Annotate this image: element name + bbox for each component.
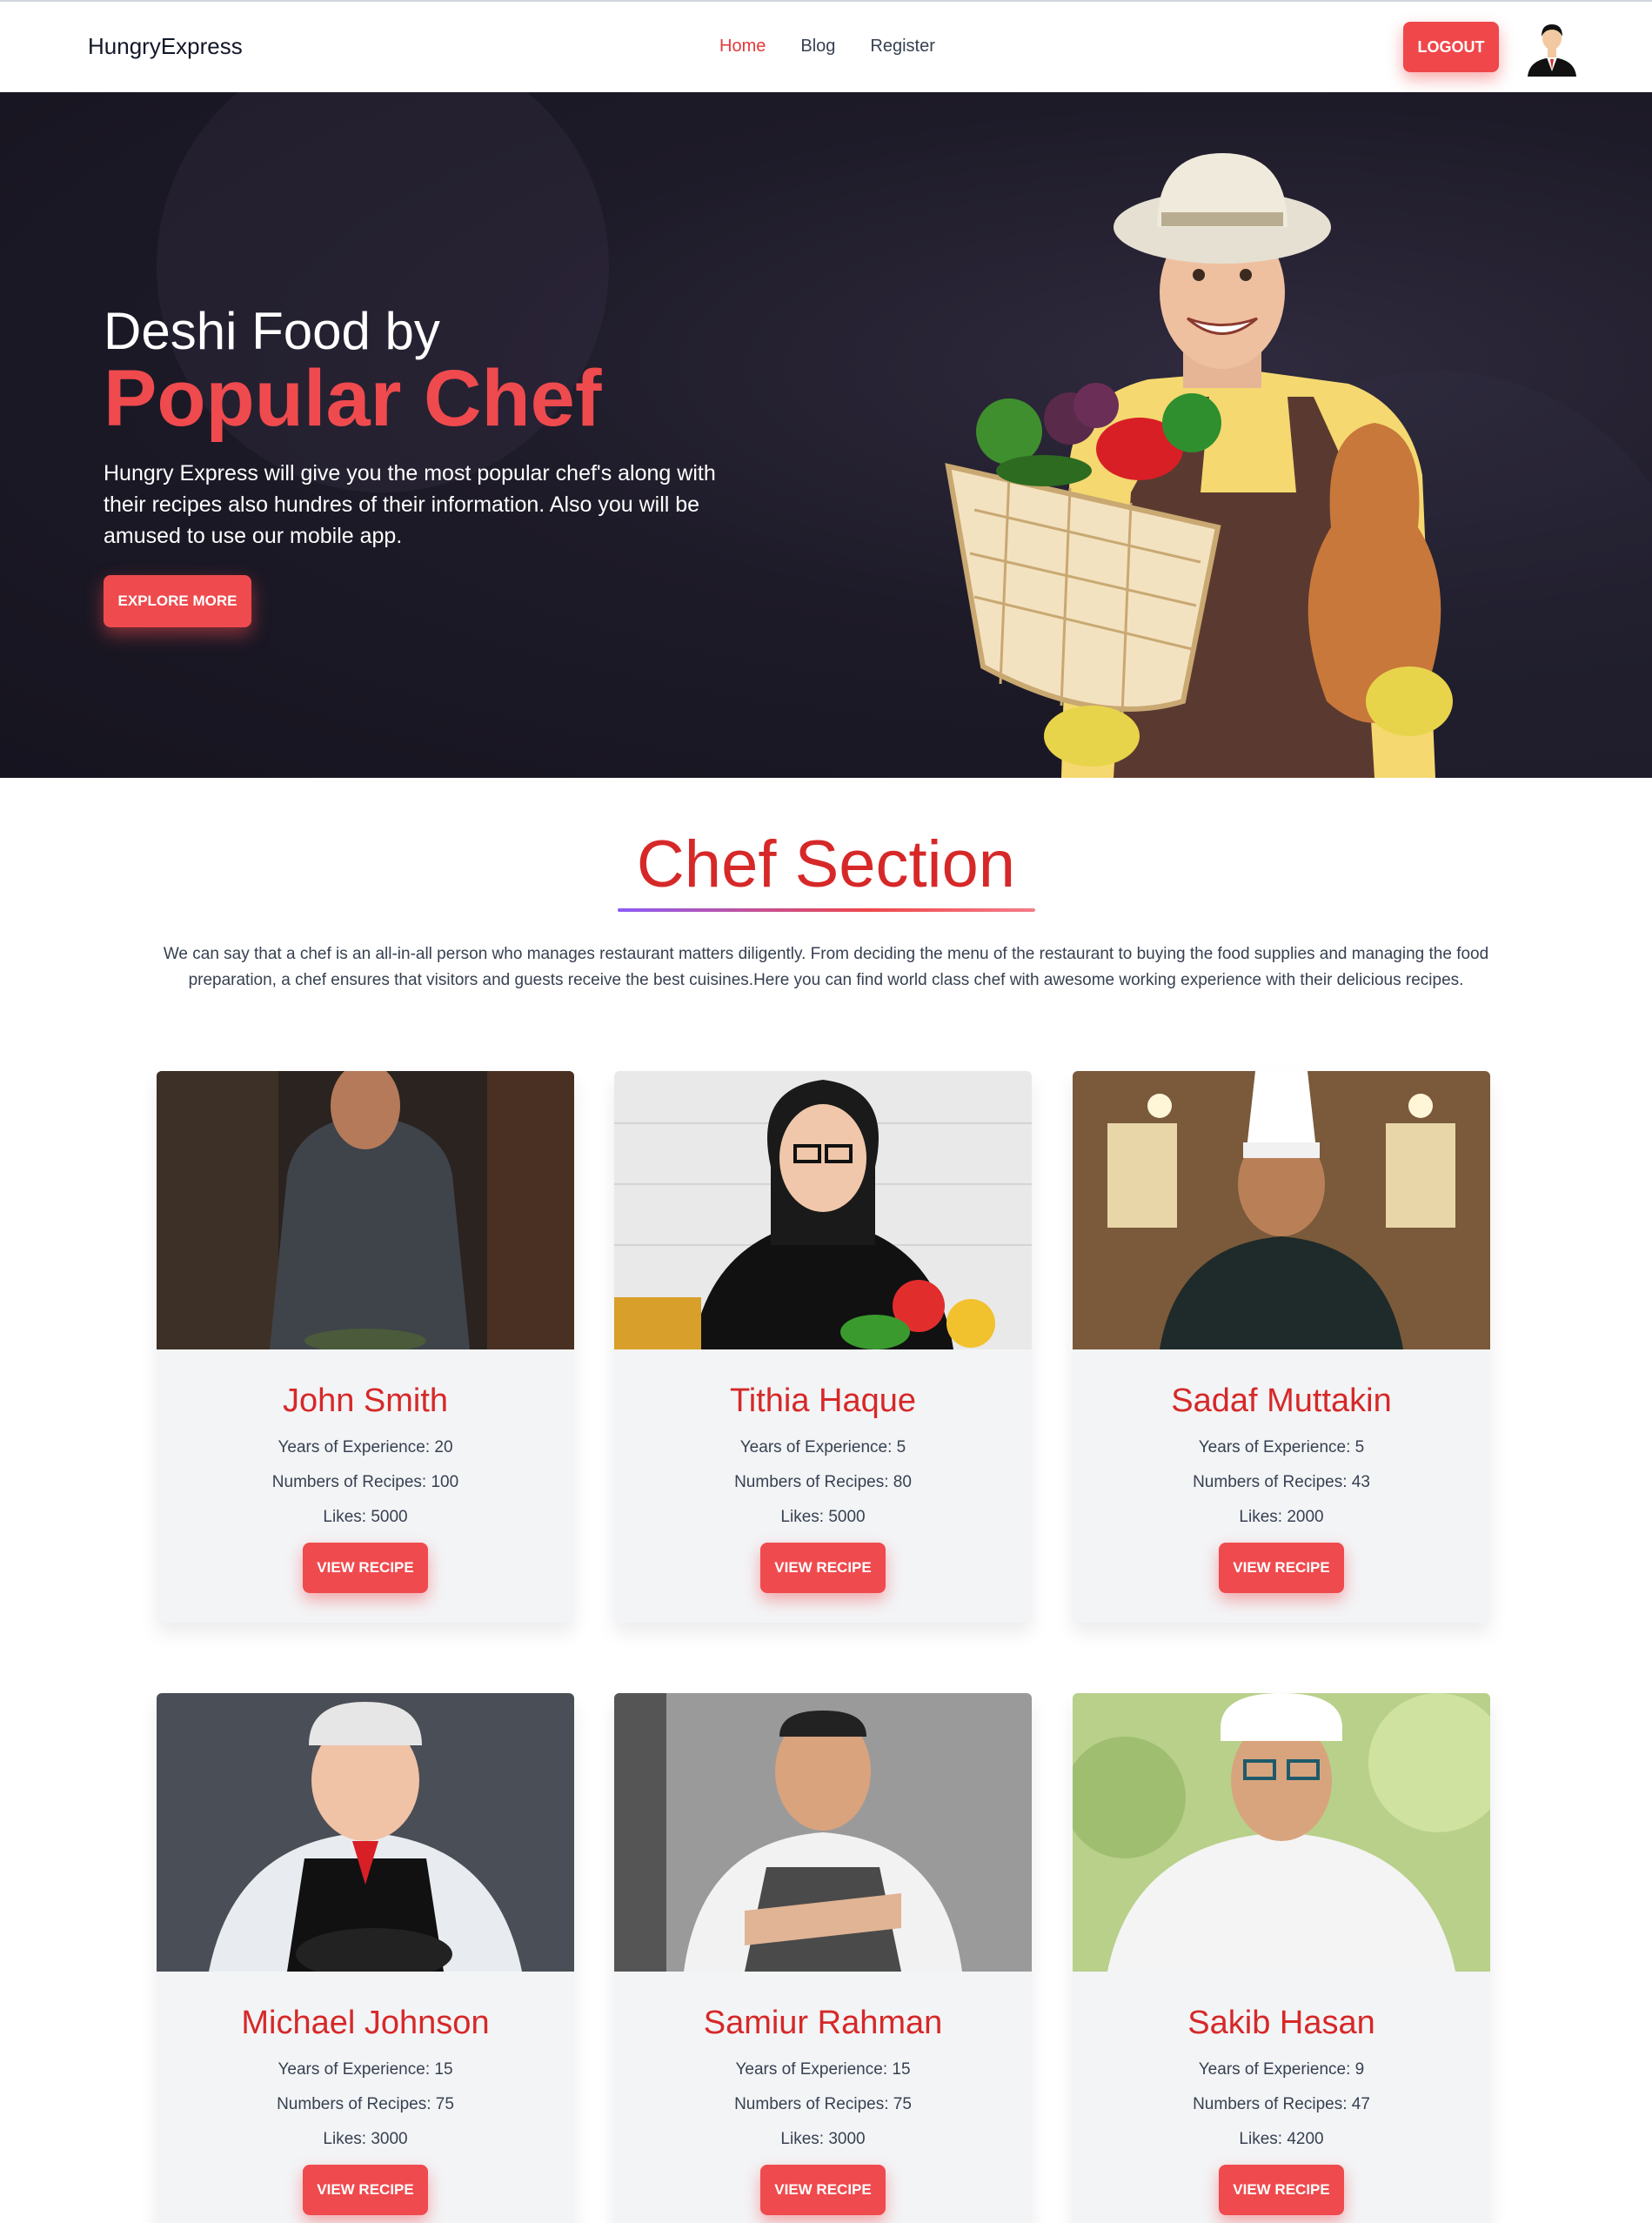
chef-experience: Years of Experience: 5 [739, 1438, 906, 1456]
chef-photo-image [614, 1693, 1032, 1972]
chef-recipe-count: Numbers of Recipes: 100 [271, 1473, 459, 1491]
chef-name: Sadaf Muttakin [1171, 1383, 1392, 1419]
nav-link-register[interactable]: Register [870, 37, 934, 57]
chef-card: Samiur Rahman Years of Experience: 15 Nu… [614, 1693, 1032, 2223]
chef-photo-image [157, 1071, 574, 1349]
view-recipe-button[interactable]: VIEW RECIPE [303, 2165, 428, 2215]
chef-name: Samiur Rahman [703, 2005, 943, 2041]
chef-card: Sakib Hasan Years of Experience: 9 Numbe… [1073, 1693, 1490, 2223]
chef-experience: Years of Experience: 9 [1198, 2060, 1365, 2079]
chef-name: Tithia Haque [729, 1383, 917, 1419]
chef-experience: Years of Experience: 20 [278, 1438, 453, 1456]
chef-recipe-count: Numbers of Recipes: 75 [277, 2095, 454, 2113]
chef-likes: Likes: 5000 [323, 1508, 408, 1526]
chef-card: Sadaf Muttakin Years of Experience: 5 Nu… [1073, 1071, 1490, 1623]
logout-button[interactable]: LOGOUT [1403, 22, 1499, 72]
chef-name: Michael Johnson [241, 2005, 490, 2041]
chef-experience: Years of Experience: 15 [735, 2060, 911, 2079]
view-recipe-button[interactable]: VIEW RECIPE [760, 2165, 886, 2215]
view-recipe-button[interactable]: VIEW RECIPE [1219, 1543, 1344, 1593]
chef-card: Tithia Haque Years of Experience: 5 Numb… [614, 1071, 1032, 1623]
brand-logo[interactable]: HungryExpress [88, 33, 243, 60]
chef-with-vegetables-image [945, 153, 1453, 778]
chef-name: John Smith [282, 1383, 449, 1419]
view-recipe-button[interactable]: VIEW RECIPE [1219, 2165, 1344, 2215]
chef-photo-image [1073, 1693, 1490, 1972]
hero-title-highlight: Popular Chef [104, 354, 602, 443]
hero-description: Hungry Express will give you the most po… [104, 461, 716, 548]
chef-likes: Likes: 2000 [1239, 1508, 1324, 1526]
view-recipe-button[interactable]: VIEW RECIPE [303, 1543, 428, 1593]
chef-likes: Likes: 4200 [1239, 2130, 1324, 2148]
chef-card: Michael Johnson Years of Experience: 15 … [157, 1693, 574, 2223]
hero-title: Deshi Food by [104, 302, 440, 360]
chef-photo-image [157, 1693, 574, 1972]
navbar: HungryExpress Home Blog Register LOGOUT [0, 0, 1652, 92]
nav-link-home[interactable]: Home [719, 37, 766, 57]
chef-recipe-count: Numbers of Recipes: 80 [734, 1473, 912, 1491]
chef-recipe-count: Numbers of Recipes: 47 [1193, 2095, 1370, 2113]
nav-links: Home Blog Register [719, 37, 935, 57]
explore-more-button[interactable]: EXPLORE MORE [104, 575, 251, 627]
chef-experience: Years of Experience: 15 [278, 2060, 453, 2079]
chef-likes: Likes: 5000 [780, 1508, 866, 1526]
hero-banner: Deshi Food by Popular Chef Hungry Expres… [0, 92, 1652, 778]
chef-likes: Likes: 3000 [323, 2130, 408, 2148]
chef-recipe-count: Numbers of Recipes: 75 [734, 2095, 912, 2113]
view-recipe-button[interactable]: VIEW RECIPE [760, 1543, 886, 1593]
section-title-underline [618, 908, 1035, 912]
chef-recipe-count: Numbers of Recipes: 43 [1193, 1473, 1370, 1491]
chef-photo-image [614, 1071, 1032, 1349]
user-avatar-icon[interactable] [1522, 17, 1582, 77]
chef-photo-image [1073, 1071, 1490, 1349]
chef-section-description: We can say that a chef is an all-in-all … [163, 945, 1489, 989]
chef-name: Sakib Hasan [1187, 2005, 1375, 2041]
nav-link-blog[interactable]: Blog [800, 37, 835, 57]
chef-experience: Years of Experience: 5 [1198, 1438, 1365, 1456]
chef-card: John Smith Years of Experience: 20 Numbe… [157, 1071, 574, 1623]
chef-likes: Likes: 3000 [780, 2130, 866, 2148]
chef-section-title: Chef Section [636, 827, 1016, 901]
